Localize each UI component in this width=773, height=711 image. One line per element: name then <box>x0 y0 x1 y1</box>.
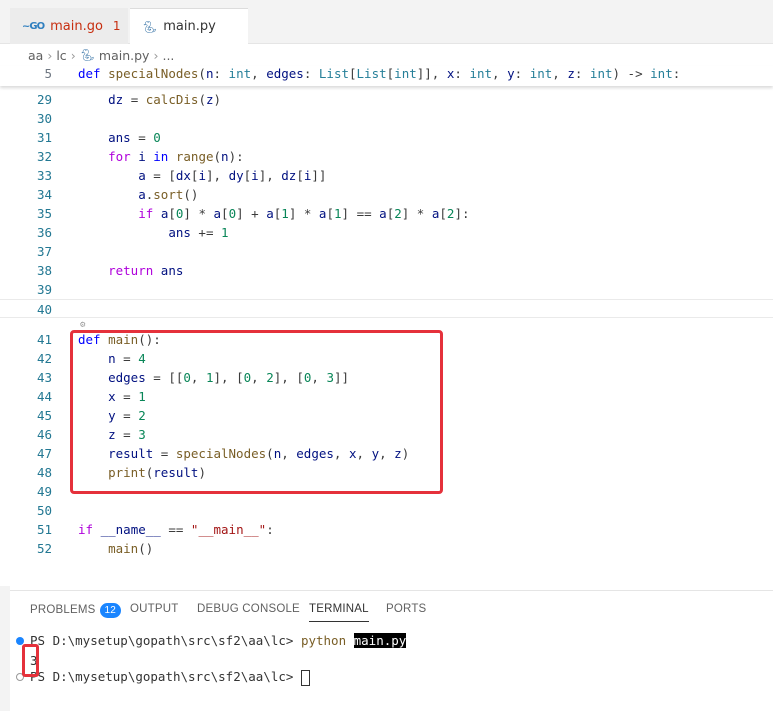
line-number: 37 <box>36 244 52 259</box>
line-number: 35 <box>36 206 52 221</box>
breadcrumb-item[interactable]: ... <box>162 48 174 63</box>
line-number: 50 <box>36 503 52 518</box>
code-line[interactable]: 52 main() <box>0 539 773 558</box>
line-number: 51 <box>36 522 52 537</box>
line-number: 52 <box>36 541 52 556</box>
python-file-icon: 🐍︎ <box>142 19 158 34</box>
tab-label: main.py <box>163 19 216 34</box>
code-line[interactable]: 37 <box>0 242 773 261</box>
code-line[interactable]: 30 <box>0 109 773 128</box>
chevron-right-icon: › <box>153 47 159 63</box>
chevron-right-icon: › <box>70 47 76 63</box>
sticky-code-line: def specialNodes(n: int, edges: List[Lis… <box>78 66 681 81</box>
code-line[interactable]: 33 a = [dx[i], dy[i], dz[i]] <box>0 166 773 185</box>
breadcrumb-item[interactable]: lc <box>56 48 66 63</box>
python-file-icon: 🐍︎ <box>79 48 95 62</box>
terminal-cursor <box>300 669 310 686</box>
code-text: if __name__ == "__main__": <box>78 522 274 537</box>
code-text: if a[0] * a[0] + a[1] * a[1] == a[2] * a… <box>138 206 470 221</box>
line-number: 41 <box>36 332 52 347</box>
code-line[interactable]: 31 ans = 0 <box>0 128 773 147</box>
code-line[interactable]: 34 a.sort() <box>0 185 773 204</box>
code-line[interactable]: 32 for i in range(n): <box>0 147 773 166</box>
code-line[interactable]: 50 <box>0 501 773 520</box>
line-number: 31 <box>36 130 52 145</box>
line-number: 44 <box>36 389 52 404</box>
code-text: main() <box>108 541 154 556</box>
code-line[interactable]: 39 <box>0 280 773 299</box>
tab-terminal[interactable]: TERMINAL <box>309 603 369 622</box>
code-text: return ans <box>108 263 184 278</box>
code-text: ans = 0 <box>108 130 161 145</box>
line-number: 42 <box>36 351 52 366</box>
breadcrumb-item[interactable]: aa <box>28 48 43 63</box>
code-text: a.sort() <box>138 187 199 202</box>
code-line[interactable]: 38 return ans <box>0 261 773 280</box>
line-number: 38 <box>36 263 52 278</box>
terminal-command: python <box>300 633 347 648</box>
panel-tabs: PROBLEMS 12 OUTPUT DEBUG CONSOLE TERMINAL… <box>10 591 773 627</box>
code-line[interactable]: 36 ans += 1 <box>0 223 773 242</box>
highlight-box-main-function <box>70 330 443 494</box>
go-file-icon: ~GO <box>22 20 45 32</box>
code-text: a = [dx[i], dy[i], dz[i]] <box>138 168 327 183</box>
line-number: 48 <box>36 465 52 480</box>
breadcrumb: aa › lc › 🐍︎ main.py › ... <box>0 44 773 66</box>
tab-debug-console[interactable]: DEBUG CONSOLE <box>197 603 300 615</box>
terminal-line: PS D:\mysetup\gopath\src\sf2\aa\lc> <box>30 667 310 687</box>
terminal-line: PS D:\mysetup\gopath\src\sf2\aa\lc> pyth… <box>30 631 407 651</box>
terminal-argument: main.py <box>353 633 407 648</box>
code-editor[interactable]: 5 def specialNodes(n: int, edges: List[L… <box>0 66 773 586</box>
tab-label: PROBLEMS <box>30 604 96 616</box>
tab-problem-count: 1 <box>112 19 121 33</box>
activity-strip <box>0 586 10 711</box>
line-number: 47 <box>36 446 52 461</box>
tab-problems[interactable]: PROBLEMS 12 <box>30 603 122 618</box>
line-number: 34 <box>36 187 52 202</box>
bottom-panel: PROBLEMS 12 OUTPUT DEBUG CONSOLE TERMINAL… <box>10 590 773 711</box>
code-line[interactable]: 35 if a[0] * a[0] + a[1] * a[1] == a[2] … <box>0 204 773 223</box>
code-text: ans += 1 <box>168 225 229 240</box>
line-number: 40 <box>36 302 52 317</box>
tab-main-py[interactable]: 🐍︎ main.py <box>130 8 248 44</box>
problems-count-badge: 12 <box>99 603 122 618</box>
line-number: 39 <box>36 282 52 297</box>
line-number: 30 <box>36 111 52 126</box>
line-number: 5 <box>44 66 52 81</box>
code-text: for i in range(n): <box>108 149 244 164</box>
editor-tab-bar: ~GO main.go 1 🐍︎ main.py <box>0 0 773 44</box>
line-number: 45 <box>36 408 52 423</box>
codelens-gear-icon[interactable]: ⚙ <box>80 320 85 330</box>
line-number: 33 <box>36 168 52 183</box>
terminal-prompt: PS D:\mysetup\gopath\src\sf2\aa\lc> <box>30 669 301 684</box>
line-number: 36 <box>36 225 52 240</box>
line-number: 49 <box>36 484 52 499</box>
tab-output[interactable]: OUTPUT <box>130 603 178 615</box>
sticky-scroll-header[interactable]: 5 def specialNodes(n: int, edges: List[L… <box>0 66 773 86</box>
tab-label: main.go <box>50 18 103 34</box>
code-line[interactable]: 51 if __name__ == "__main__": <box>0 520 773 539</box>
tab-main-go[interactable]: ~GO main.go 1 <box>10 8 128 44</box>
line-number: 29 <box>36 92 52 107</box>
code-text: dz = calcDis(z) <box>108 92 222 107</box>
chevron-right-icon: › <box>47 47 53 63</box>
terminal-prompt: PS D:\mysetup\gopath\src\sf2\aa\lc> <box>30 633 301 648</box>
line-number: 43 <box>36 370 52 385</box>
highlight-box-output <box>22 644 39 677</box>
tab-ports[interactable]: PORTS <box>386 603 426 615</box>
code-line[interactable]: 40 <box>0 299 773 318</box>
code-line[interactable]: 29 dz = calcDis(z) <box>0 90 773 109</box>
breadcrumb-item[interactable]: main.py <box>99 48 150 63</box>
line-number: 32 <box>36 149 52 164</box>
line-number: 46 <box>36 427 52 442</box>
